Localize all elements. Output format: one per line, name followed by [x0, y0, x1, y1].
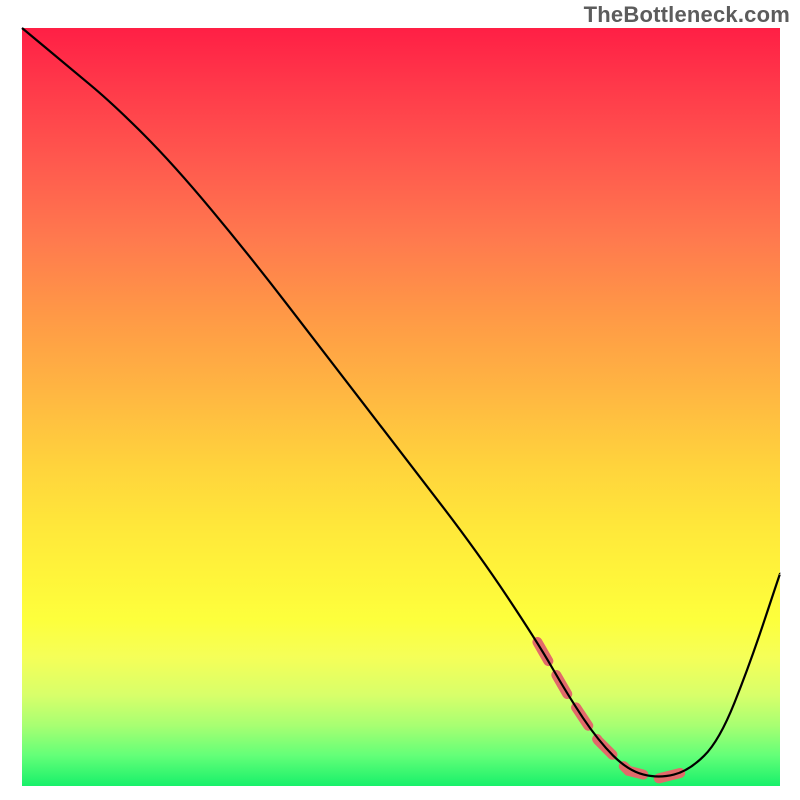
bottleneck-curve-line: [22, 28, 780, 777]
optimal-range-marker: [537, 642, 689, 778]
chart-area: [22, 28, 780, 786]
watermark-text: TheBottleneck.com: [584, 2, 790, 28]
chart-svg: [22, 28, 780, 786]
